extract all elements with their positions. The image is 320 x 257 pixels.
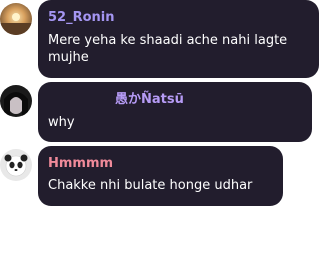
message-bubble[interactable]: Hmmmm Chakke nhi bulate honge udhar [38,146,283,206]
user-avatar-dark-hair-icon[interactable] [0,85,32,117]
message-text-line: Chakke nhi bulate honge udhar [48,178,253,193]
message-bubble[interactable]: 52_Ronin Mere yeha ke shaadi ache nahi l… [38,0,319,78]
username[interactable]: 52_Ronin [48,10,115,26]
username[interactable]: 愚かÑatsū [115,92,184,108]
username[interactable]: Hmmmm [48,156,113,172]
message-bubble[interactable]: 愚かÑatsū why [38,82,312,142]
message-text-line: why [48,115,75,130]
user-avatar-panda-icon[interactable] [0,149,32,181]
user-avatar-sunset-icon[interactable] [0,3,32,35]
message-text-line: mujhe [48,50,89,65]
